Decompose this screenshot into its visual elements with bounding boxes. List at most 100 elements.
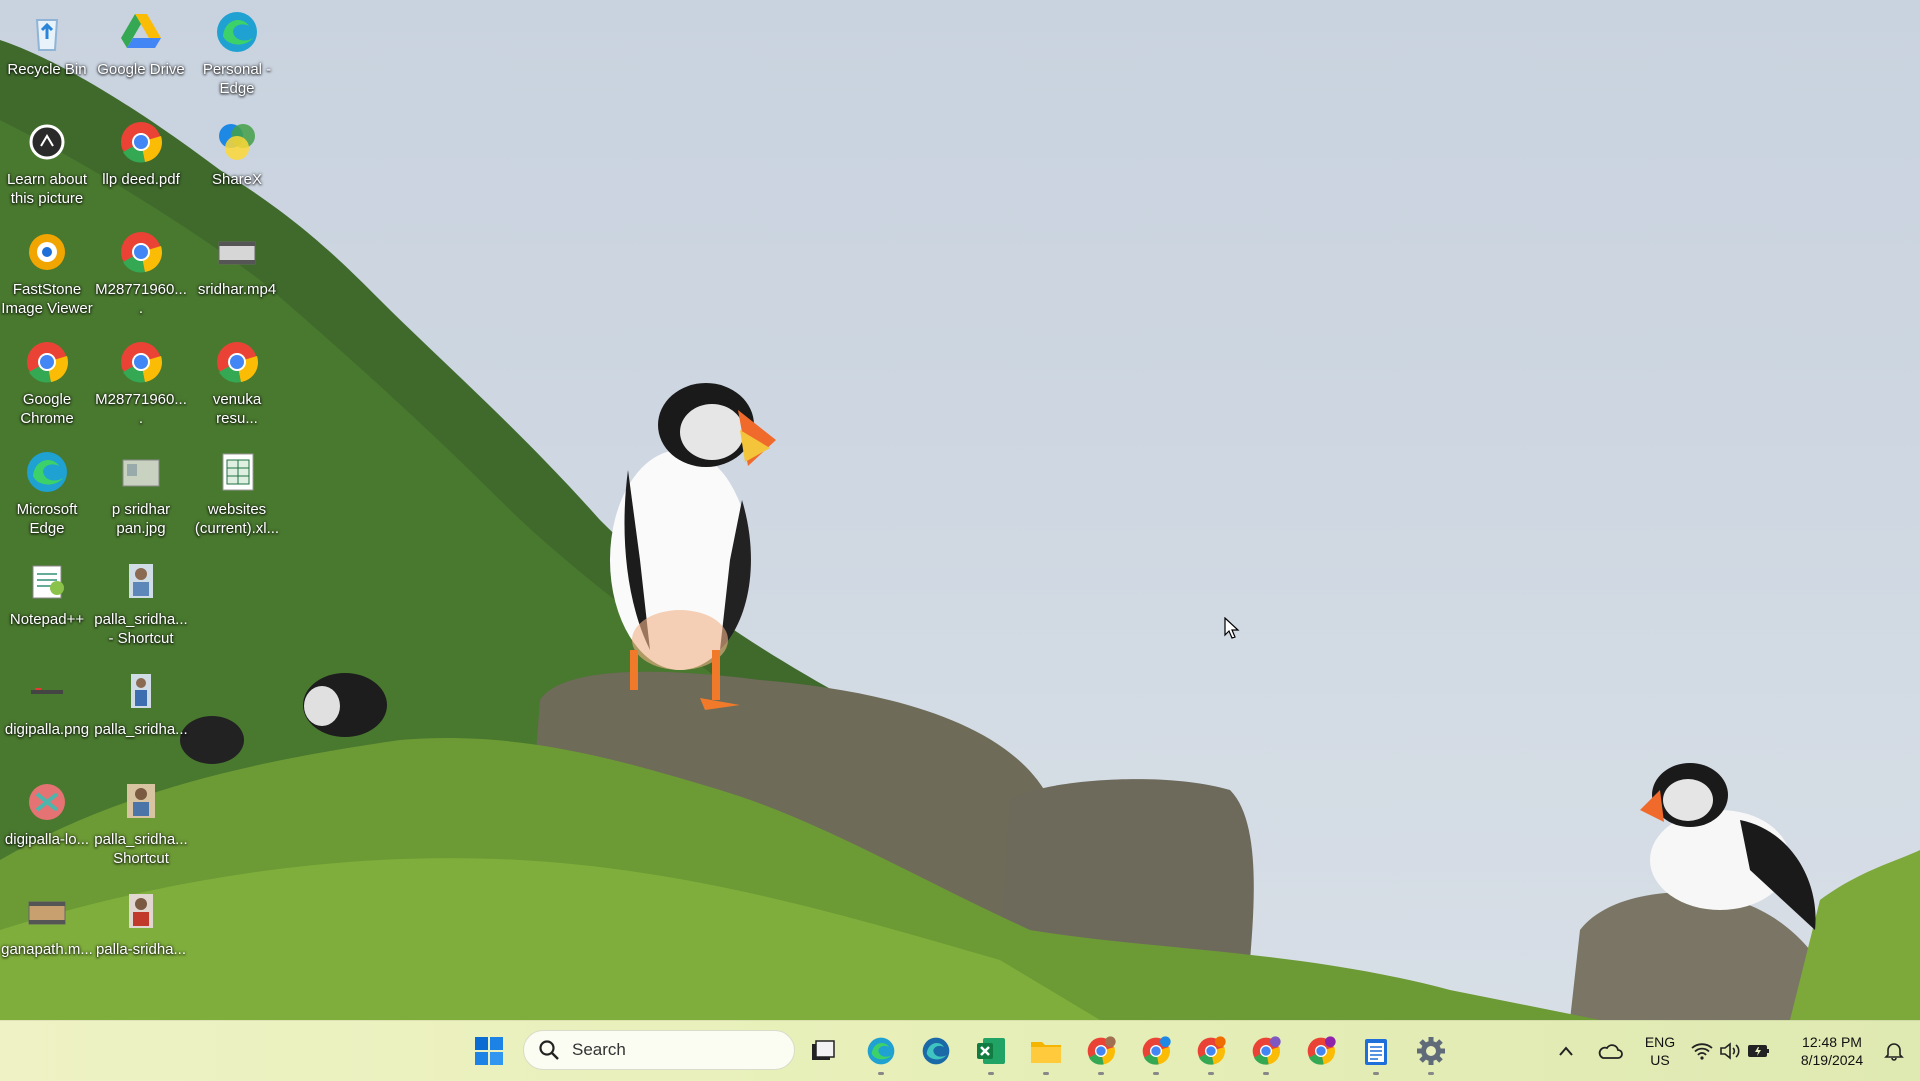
google-drive-icon <box>121 14 161 48</box>
desktop-icon-palla-shortcut-1[interactable]: palla_sridha... - Shortcut <box>94 558 188 648</box>
desktop-icon-personal-edge[interactable]: Personal - Edge <box>190 8 284 98</box>
desktop-icon-faststone[interactable]: FastStone Image Viewer <box>0 228 94 318</box>
recycle-bin-icon <box>35 19 59 51</box>
desktop-icon-label: llp deed.pdf <box>102 171 180 188</box>
volume-icon <box>1720 1042 1740 1060</box>
desktop-icon-label: M28771960.... <box>95 281 187 317</box>
desktop-icon-label: Learn about this picture <box>6 171 88 207</box>
chrome-icon <box>121 122 162 163</box>
show-hidden-icons-button[interactable] <box>1551 1031 1581 1071</box>
desktop-icon-label: palla-sridha... <box>95 941 187 958</box>
edge-dev-icon <box>922 1037 950 1065</box>
desktop-icon-label: digipalla-lo... <box>4 831 90 848</box>
chrome-icon <box>1307 1036 1336 1065</box>
taskbar-chrome-profile-5[interactable] <box>1301 1031 1341 1071</box>
desktop-icon-ganapath[interactable]: ganapath.m... <box>0 888 94 959</box>
desktop-icon-label: palla_sridha... - Shortcut <box>94 611 188 647</box>
taskbar-search-box[interactable]: Search <box>523 1030 795 1070</box>
desktop-icon-label: p sridhar pan.jpg <box>111 501 171 537</box>
excel-icon <box>977 1038 1005 1064</box>
task-view-button[interactable] <box>803 1031 843 1071</box>
clock-date: 8/19/2024 <box>1800 1052 1864 1068</box>
start-button[interactable] <box>469 1031 509 1071</box>
chrome-icon <box>217 342 258 383</box>
taskbar-chrome-profile-3[interactable] <box>1191 1031 1231 1075</box>
desktop-icon-microsoft-edge[interactable]: Microsoft Edge <box>0 448 94 538</box>
edge-icon <box>867 1037 895 1065</box>
desktop-icon-digipalla-png[interactable]: digipalla.png <box>0 668 94 739</box>
edge-icon <box>27 452 67 492</box>
running-indicator <box>1428 1072 1434 1075</box>
desktop-icon-google-drive[interactable]: Google Drive <box>94 8 188 79</box>
windows-logo-icon <box>475 1037 503 1065</box>
desktop-icon-llp-deed[interactable]: llp deed.pdf <box>94 118 188 189</box>
search-placeholder: Search <box>572 1040 626 1059</box>
chrome-icon <box>27 342 68 383</box>
taskbar-chrome-profile-1[interactable] <box>1081 1031 1121 1075</box>
taskbar-excel[interactable] <box>971 1031 1011 1075</box>
taskbar: Search ENG US 12:48 PM 8/19/2024 <box>0 1020 1920 1081</box>
onedrive-button[interactable] <box>1592 1031 1628 1071</box>
running-indicator <box>1263 1072 1269 1075</box>
running-indicator <box>878 1072 884 1075</box>
desktop-icon-venuka[interactable]: venuka resu... <box>190 338 284 428</box>
image-file-icon <box>31 688 63 694</box>
taskbar-chrome-profile-4[interactable] <box>1246 1031 1286 1075</box>
language-indicator[interactable]: ENG US <box>1640 1033 1680 1069</box>
desktop-icon-label: ShareX <box>211 171 263 188</box>
desktop-icon-palla-sridha[interactable]: palla_sridha... <box>94 668 188 739</box>
desktop-icon-digipalla-lo[interactable]: digipalla-lo... <box>0 778 94 849</box>
desktop-icon-label: Notepad++ <box>9 611 85 628</box>
desktop-icon-label: venuka resu... <box>212 391 262 427</box>
wifi-icon <box>1691 1043 1713 1060</box>
desktop-icon-learn-about-picture[interactable]: Learn about this picture <box>0 118 94 208</box>
clock[interactable]: 12:48 PM 8/19/2024 <box>1790 1033 1874 1069</box>
photo-file-icon <box>129 564 153 598</box>
desktop-icon-p-sridhar-pan[interactable]: p sridhar pan.jpg <box>94 448 188 538</box>
taskbar-notepad[interactable] <box>1356 1031 1396 1075</box>
chrome-icon <box>1087 1036 1116 1065</box>
folder-icon <box>1031 1042 1061 1063</box>
desktop-icon-sharex[interactable]: ShareX <box>190 118 284 189</box>
desktop-icon-label: Google Drive <box>97 61 185 78</box>
camera-info-icon <box>29 124 65 160</box>
desktop-icon-label: palla_sridha... <box>94 721 188 738</box>
chrome-icon <box>121 342 162 383</box>
task-view-icon <box>812 1040 835 1060</box>
region-code: US <box>1650 1052 1670 1068</box>
desktop-icon-recycle-bin[interactable]: Recycle Bin <box>0 8 94 79</box>
notification-button[interactable] <box>1876 1031 1912 1071</box>
chevron-up-icon <box>1559 1046 1573 1056</box>
running-indicator <box>1043 1072 1049 1075</box>
notepadpp-icon <box>32 565 64 599</box>
taskbar-chrome-profile-2[interactable] <box>1136 1031 1176 1075</box>
taskbar-settings[interactable] <box>1411 1031 1451 1075</box>
desktop-icon-palla-shortcut-2[interactable]: palla_sridha... Shortcut <box>94 778 188 868</box>
running-indicator <box>988 1072 994 1075</box>
taskbar-edge[interactable] <box>861 1031 901 1075</box>
running-indicator <box>1153 1072 1159 1075</box>
search-icon <box>539 1040 559 1060</box>
desktop-icon-label: palla_sridha... Shortcut <box>94 831 188 867</box>
desktop-icon-google-chrome[interactable]: Google Chrome <box>0 338 94 428</box>
desktop-wallpaper <box>0 0 1920 1020</box>
running-indicator <box>1373 1072 1379 1075</box>
taskbar-file-explorer[interactable] <box>1026 1031 1066 1075</box>
running-indicator <box>1208 1072 1214 1075</box>
desktop-icon-palla-sridha-2[interactable]: palla-sridha... <box>94 888 188 959</box>
desktop-icon-notepadpp[interactable]: Notepad++ <box>0 558 94 629</box>
video-file-icon <box>218 241 256 265</box>
taskbar-edge-dev[interactable] <box>916 1031 956 1071</box>
bell-icon <box>1884 1043 1904 1061</box>
logo-file-icon <box>29 784 65 820</box>
desktop-icon-websites[interactable]: websites (current).xl... <box>190 448 284 538</box>
language-code: ENG <box>1644 1034 1676 1050</box>
desktop-icon-label: digipalla.png <box>4 721 90 738</box>
chrome-icon <box>1142 1036 1171 1065</box>
desktop-icon-m2877-2[interactable]: M28771960.... <box>94 338 188 428</box>
desktop-icon-sridhar-mp4[interactable]: sridhar.mp4 <box>190 228 284 299</box>
quick-settings-button[interactable] <box>1688 1031 1774 1071</box>
desktop-icon-m2877-1[interactable]: M28771960.... <box>94 228 188 318</box>
clock-time: 12:48 PM <box>1802 1034 1862 1050</box>
cloud-icon <box>1598 1044 1623 1059</box>
